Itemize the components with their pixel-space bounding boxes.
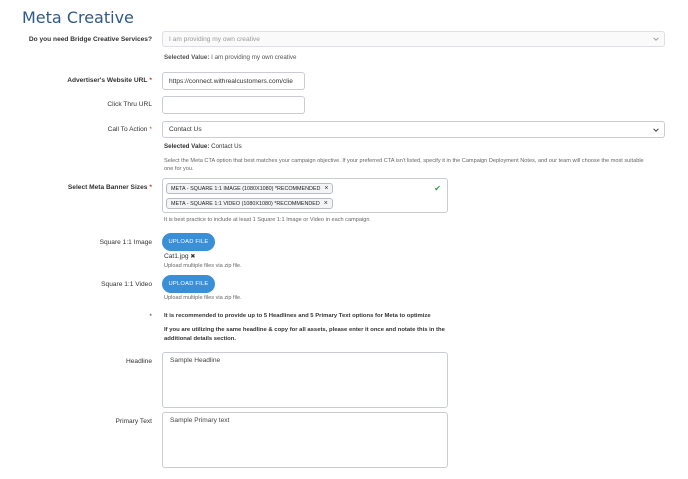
recommendation-line1: It is recommended to provide up to 5 Hea…: [164, 313, 431, 319]
recommendation-line2: If you are utilizing the same headline &…: [164, 327, 445, 333]
creative-services-label: Do you need Bridge Creative Services?: [28, 36, 152, 43]
website-url-value: https://connect.withrealcustomers.com/cl…: [169, 77, 293, 85]
square-video-label: Square 1:1 Video: [101, 281, 152, 288]
website-url-label-text: Advertiser's Website URL: [67, 77, 148, 84]
check-icon: ✔: [434, 184, 441, 193]
cta-help-line2: one for you.: [164, 166, 194, 172]
uploaded-file-name: Cat1.jpg: [164, 253, 189, 260]
banner-tag-label: META - SQUARE 1:1 IMAGE (1080X1080) *REC…: [171, 185, 321, 192]
required-marker: *: [149, 77, 152, 84]
selected-value-prefix: Selected Value:: [164, 143, 210, 150]
primary-text-label: Primary Text: [115, 418, 152, 425]
creative-services-selected: Selected Value: I am providing my own cr…: [164, 54, 296, 61]
selected-value-prefix: Selected Value:: [164, 54, 210, 61]
required-marker: *: [149, 126, 152, 133]
remove-file-icon[interactable]: ✖: [190, 254, 195, 260]
banner-tag-label: META - SQUARE 1:1 VIDEO (1080X1080) *REC…: [171, 200, 320, 207]
cta-value: Contact Us: [169, 126, 202, 133]
headline-value: Sample Headline: [170, 357, 221, 364]
banner-sizes-label: Select Meta Banner Sizes *: [0, 184, 152, 191]
upload-video-button[interactable]: UPLOAD FILE: [162, 275, 215, 293]
cta-label-text: Call To Action: [107, 126, 148, 133]
chevron-down-icon: [653, 127, 659, 132]
selected-value-text: I am providing my own creative: [211, 54, 297, 61]
recommendation-marker: *: [149, 313, 152, 320]
primary-text-textarea[interactable]: Sample Primary text: [162, 412, 448, 468]
cta-help-line1: Select the Meta CTA option that best mat…: [164, 158, 644, 164]
banner-sizes-hint: It is best practice to include at least …: [164, 217, 370, 223]
headline-textarea[interactable]: Sample Headline: [162, 352, 448, 408]
required-marker: *: [149, 184, 152, 191]
headline-label: Headline: [125, 358, 152, 365]
website-url-input[interactable]: https://connect.withrealcustomers.com/cl…: [162, 72, 305, 90]
square-video-hint: Upload multiple files via zip file.: [164, 295, 242, 301]
page-title: Meta Creative: [22, 8, 134, 27]
banner-sizes-label-text: Select Meta Banner Sizes: [67, 184, 148, 191]
upload-image-button[interactable]: UPLOAD FILE: [162, 233, 215, 251]
square-image-hint: Upload multiple files via zip file.: [164, 263, 242, 269]
cta-select[interactable]: Contact Us: [162, 121, 665, 138]
uploaded-file: Cat1.jpg ✖: [164, 253, 195, 260]
banner-tag: META - SQUARE 1:1 IMAGE (1080X1080) *REC…: [166, 183, 334, 194]
click-thru-label: Click Thru URL: [107, 101, 152, 108]
chevron-down-icon: [653, 37, 659, 41]
cta-selected: Selected Value: Contact Us: [164, 143, 242, 150]
creative-services-select[interactable]: I am providing my own creative: [162, 31, 665, 47]
recommendation-line3: additional details section.: [164, 336, 237, 342]
primary-text-value: Sample Primary text: [170, 417, 230, 424]
selected-value-text: Contact Us: [211, 143, 242, 150]
banner-sizes-multiselect[interactable]: META - SQUARE 1:1 IMAGE (1080X1080) *REC…: [162, 178, 448, 213]
remove-tag-icon[interactable]: ×: [324, 200, 328, 207]
banner-tag: META - SQUARE 1:1 VIDEO (1080X1080) *REC…: [166, 198, 333, 209]
website-url-label: Advertiser's Website URL *: [0, 77, 152, 84]
square-image-label: Square 1:1 Image: [99, 239, 152, 246]
click-thru-input[interactable]: [162, 96, 305, 114]
creative-services-value: I am providing my own creative: [169, 35, 260, 43]
cta-help-text: Select the Meta CTA option that best mat…: [164, 157, 664, 173]
cta-label: Call To Action *: [0, 126, 152, 133]
remove-tag-icon[interactable]: ×: [324, 185, 328, 192]
